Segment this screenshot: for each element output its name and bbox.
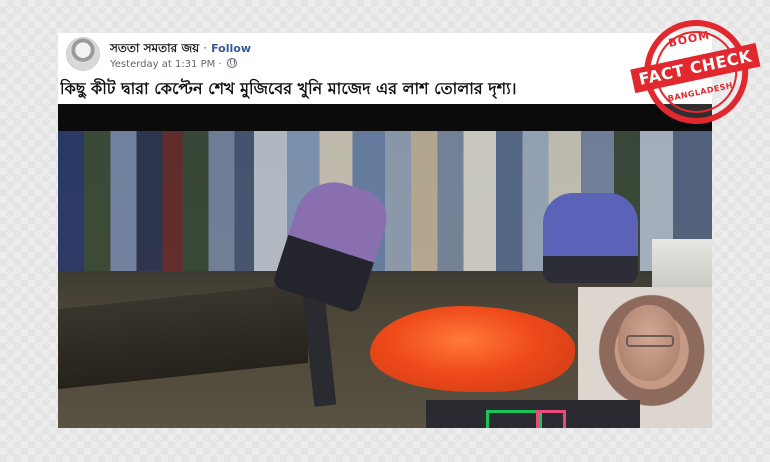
grave: [58, 282, 308, 390]
avatar[interactable]: [66, 37, 100, 71]
orange-body-bag: [370, 306, 575, 392]
caption-highlight-green: [486, 410, 542, 428]
author-name[interactable]: সততা সমতার জয়: [110, 41, 199, 55]
video-letterbox: [58, 104, 712, 131]
caption-highlight-pink: [536, 410, 566, 428]
video-caption-box: [426, 400, 640, 428]
facebook-post-card: সততা সমতার জয় · Follow Yesterday at 1:31 …: [58, 33, 712, 428]
author-line: সততা সমতার জয় · Follow: [110, 40, 251, 60]
post-header: সততা সমতার জয় · Follow Yesterday at 1:31 …: [66, 37, 704, 73]
post-caption: কিছু কীট দ্বারা কেপ্টেন শেখ মুজিবের খুনি…: [60, 79, 517, 98]
fact-check-stamp-logo: BOOM FACT CHECK BANGLADESH: [625, 1, 767, 141]
post-meta: Yesterday at 1:31 PM ·: [110, 58, 237, 70]
person-kneeling: [543, 193, 638, 283]
globe-icon: [226, 58, 237, 68]
separator-dot: ·: [203, 41, 208, 55]
post-timestamp[interactable]: Yesterday at 1:31 PM ·: [110, 59, 222, 70]
video-thumbnail[interactable]: [58, 104, 712, 428]
follow-button[interactable]: Follow: [211, 42, 251, 55]
